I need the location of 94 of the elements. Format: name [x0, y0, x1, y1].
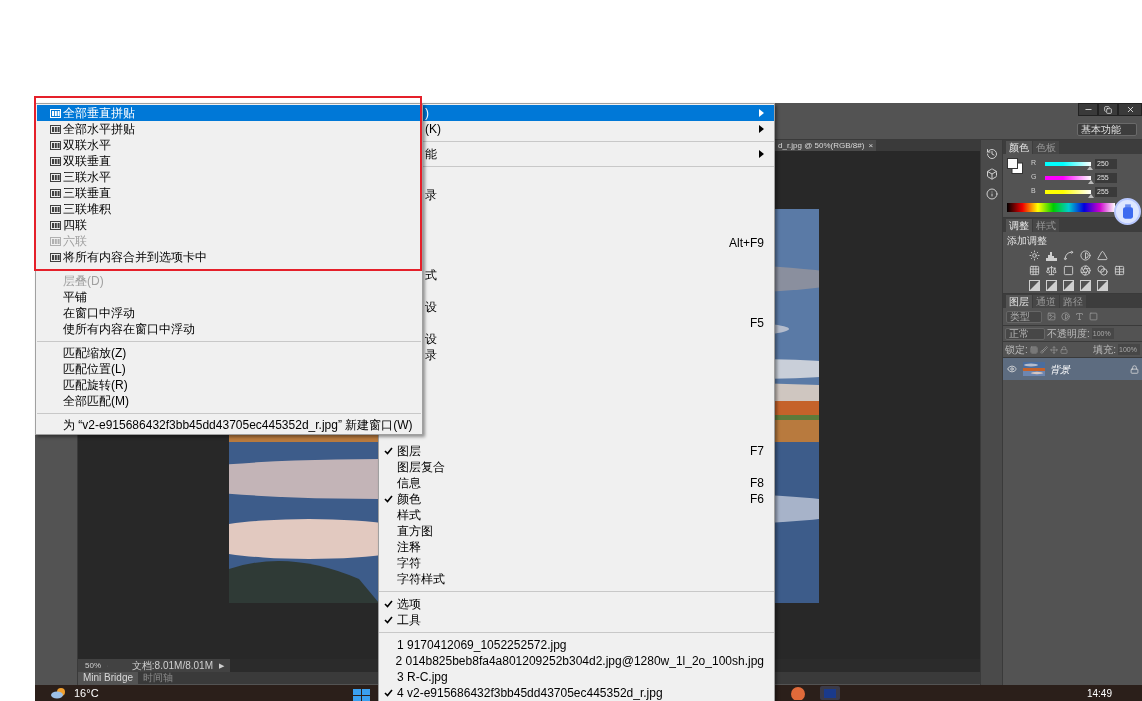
close-icon	[1125, 105, 1135, 114]
workspace-dropdown[interactable]: 基本功能	[1077, 123, 1137, 136]
color-swatch-icon[interactable]	[1007, 158, 1023, 174]
menu-item[interactable]: 注释	[379, 539, 774, 555]
sun-icon[interactable]	[1029, 250, 1040, 261]
panel-heading: 添加调整	[1007, 235, 1048, 246]
panel-tab[interactable]: 图层	[1006, 295, 1032, 308]
close-button[interactable]	[1118, 103, 1142, 116]
scale-icon[interactable]	[1046, 265, 1057, 276]
lock-label: 锁定:	[1005, 344, 1028, 355]
square-icon[interactable]	[1063, 265, 1074, 276]
shortcut-text: F8	[750, 475, 764, 491]
weather-icon	[51, 687, 66, 699]
menu-item[interactable]: 样式	[379, 507, 774, 523]
check-icon	[383, 447, 393, 455]
panel-tab[interactable]: 调整	[1006, 219, 1032, 232]
tile-layout-icon	[50, 220, 61, 230]
menu-item[interactable]: 匹配位置(L)	[37, 361, 421, 377]
menu-item[interactable]: 颜色 F6	[379, 491, 774, 507]
menu-item[interactable]: 字符	[379, 555, 774, 571]
menu-item[interactable]: 字符样式	[379, 571, 774, 587]
opacity-label: 不透明度:	[1047, 328, 1090, 339]
panel-tab[interactable]: Mini Bridge	[78, 672, 139, 684]
tile-layout-icon	[50, 188, 61, 198]
filter-dropdown[interactable]: 类型	[1006, 310, 1042, 323]
document-info: 文档:8.01M/8.01M	[131, 659, 213, 672]
app-icon[interactable]	[789, 686, 806, 700]
tile-layout-icon	[50, 252, 61, 262]
menu-item[interactable]: 2 014b825beb8fa4a801209252b304d2.jpg@1280w_1l_2o_100sh.jpg	[379, 653, 774, 669]
triangle-icon[interactable]	[1097, 250, 1108, 261]
cube-icon[interactable]	[985, 168, 998, 180]
table-icon[interactable]	[1114, 265, 1125, 276]
aperture-icon[interactable]	[1080, 265, 1091, 276]
tab-close[interactable]: ×	[868, 140, 874, 151]
half-square-icon[interactable]	[1029, 280, 1040, 291]
grid-icon[interactable]	[1029, 265, 1040, 276]
contrast-icon[interactable]	[1080, 250, 1091, 261]
shortcut-text: Alt+F9	[729, 235, 764, 251]
fill-label: 填充:	[1093, 344, 1116, 355]
restore-icon	[1104, 105, 1112, 114]
blend-mode-dropdown[interactable]: 正常	[1005, 327, 1045, 340]
half-square-icon[interactable]	[1080, 280, 1091, 291]
tile-layout-icon	[50, 172, 61, 182]
color-spectrum[interactable]	[1007, 203, 1115, 212]
menu-item[interactable]: 选项	[379, 596, 774, 612]
histogram-icon[interactable]	[1046, 250, 1057, 261]
menu-item[interactable]: 匹配缩放(Z)	[37, 345, 421, 361]
check-icon	[383, 689, 393, 697]
temperature: 16°C	[74, 685, 99, 701]
check-icon	[383, 495, 393, 503]
shortcut-text: F5	[750, 315, 764, 331]
document-tab[interactable]: d_r.jpg @ 50%(RGB/8#) ×	[775, 140, 877, 151]
half-square-icon[interactable]	[1097, 280, 1108, 291]
zoom-level: 50%	[85, 660, 101, 671]
curve-icon[interactable]	[1063, 250, 1074, 261]
menu-item[interactable]: 全部垂直拼贴	[37, 105, 421, 121]
info-icon[interactable]	[985, 188, 998, 200]
submenu-arrow-icon	[759, 150, 764, 158]
menu-item[interactable]: 在窗口中浮动	[37, 305, 421, 321]
shortcut-text: F6	[750, 491, 764, 507]
layer-row[interactable]: 背景	[1003, 358, 1142, 380]
clock: 14:49	[1086, 686, 1112, 701]
half-square-icon[interactable]	[1063, 280, 1074, 291]
menu-item[interactable]: 为 “v2-e915686432f3bb45dd43705ec445352d_r.jpg” 新建窗口(W)	[37, 417, 421, 433]
tile-layout-icon	[50, 108, 61, 118]
menu-item[interactable]: 1 9170412069_1052252572.jpg	[379, 637, 774, 653]
tile-layout-icon	[50, 204, 61, 214]
tile-layout-icon	[50, 156, 61, 166]
tile-layout-icon	[50, 140, 61, 150]
menu-item[interactable]: 信息 F8	[379, 475, 774, 491]
tile-layout-icon	[50, 236, 61, 246]
tile-layout-icon	[50, 124, 61, 134]
lock-icon	[1130, 364, 1139, 374]
shortcut-text: F7	[750, 443, 764, 459]
history-icon[interactable]	[985, 148, 998, 160]
menu-item[interactable]: 图层 F7	[379, 443, 774, 459]
menu-item[interactable]: 匹配旋转(R)	[37, 377, 421, 393]
tab-title: d_r.jpg @ 50%(RGB/8#)	[778, 140, 865, 151]
menu-item[interactable]: 图层复合	[379, 459, 774, 475]
layer-name: 背景	[1050, 362, 1070, 377]
minimize-button[interactable]	[1078, 103, 1098, 116]
blend-icon[interactable]	[1097, 265, 1108, 276]
restore-button[interactable]	[1098, 103, 1118, 116]
usb-drive-icon	[1122, 204, 1133, 219]
menu-item[interactable]: 平铺	[37, 289, 421, 305]
menu-item[interactable]: 直方图	[379, 523, 774, 539]
eye-icon[interactable]	[1007, 364, 1017, 374]
panel-tab[interactable]: 颜色	[1006, 141, 1032, 154]
menu-item[interactable]: 工具	[379, 612, 774, 628]
menu-item[interactable]: 使所有内容在窗口中浮动	[37, 321, 421, 337]
half-square-icon[interactable]	[1046, 280, 1057, 291]
menu-item[interactable]: 4 v2-e915686432f3bb45dd43705ec445352d_r.jpg	[379, 685, 774, 701]
menu-item[interactable]: 全部匹配(M)	[37, 393, 421, 409]
menu-item[interactable]: 3 R-C.jpg	[379, 669, 774, 685]
